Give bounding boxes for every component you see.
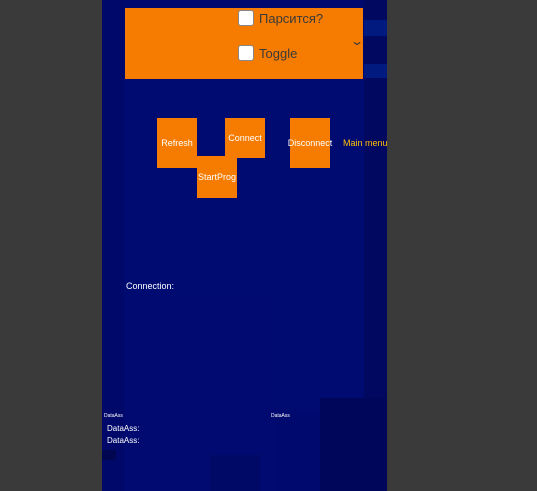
connect-button[interactable]: Connect bbox=[225, 118, 265, 158]
toggle-checkbox[interactable]: Toggle bbox=[238, 45, 297, 61]
disconnect-button[interactable]: Disconnect bbox=[288, 118, 332, 168]
panel-right-block-1 bbox=[364, 20, 387, 36]
panel-bottom-right-block bbox=[320, 398, 387, 491]
startprog-button[interactable]: StartProg bbox=[197, 156, 237, 198]
panel-bottom-left-bar bbox=[102, 450, 116, 460]
right-gutter bbox=[387, 0, 537, 491]
checkbox-box[interactable] bbox=[238, 45, 254, 61]
checkbox-box[interactable] bbox=[238, 10, 254, 26]
data-label-line1: DataAss: bbox=[107, 424, 140, 433]
left-gutter bbox=[0, 0, 102, 491]
data-label-line2: DataAss: bbox=[107, 436, 140, 445]
chevron-down-icon[interactable]: ⌄ bbox=[350, 34, 364, 48]
panel-right-block-2 bbox=[364, 64, 387, 78]
refresh-button[interactable]: Refresh bbox=[157, 118, 197, 168]
parse-checkbox-label: Парсится? bbox=[259, 10, 324, 26]
toggle-checkbox-label: Toggle bbox=[259, 45, 298, 61]
parse-checkbox[interactable]: Парсится? bbox=[238, 10, 323, 26]
settings-panel: Парсится? Toggle bbox=[125, 8, 363, 79]
connection-label: Connection: bbox=[126, 281, 175, 291]
data-label-tiny-left: DataAss bbox=[104, 413, 123, 419]
data-label-tiny-right: DataAss bbox=[271, 413, 290, 419]
game-viewport: Парсится? Toggle ⌄ Refresh Connect Disco… bbox=[102, 0, 387, 491]
panel-bottom-mid-bar bbox=[210, 455, 260, 491]
main-menu-link[interactable]: Main menu bbox=[343, 138, 387, 148]
